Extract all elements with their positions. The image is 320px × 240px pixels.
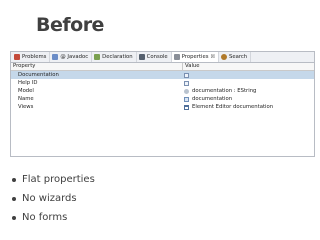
bullet-list: Flat properties No wizards No forms <box>10 170 95 227</box>
tab-console[interactable]: Console <box>137 52 172 62</box>
bullet-item: No forms <box>10 208 95 227</box>
tab-search[interactable]: Search <box>219 52 252 62</box>
properties-view-screenshot: Problems @ Javadoc Declaration Console P… <box>10 51 315 157</box>
name-icon <box>184 96 189 102</box>
bullet-dot <box>12 215 16 220</box>
bullet-text: No forms <box>22 212 68 223</box>
slide-title: Before <box>36 14 104 36</box>
declaration-icon <box>94 54 101 60</box>
property-name: Documentation <box>18 72 59 78</box>
tab-properties[interactable]: Properties ☒ <box>171 52 219 62</box>
tab-label: Search <box>228 54 248 60</box>
text-icon <box>184 80 189 86</box>
table-row[interactable]: Help ID <box>11 79 314 87</box>
console-icon <box>138 54 145 60</box>
text-icon <box>184 72 189 78</box>
property-value: documentation : EString <box>183 87 256 95</box>
tab-label: Problems <box>22 54 47 60</box>
table-row[interactable]: Views Element Editor documentation <box>11 103 314 111</box>
property-value: documentation <box>183 95 232 103</box>
properties-icon <box>173 54 180 60</box>
bullet-text: No wizards <box>22 193 77 204</box>
attribute-icon <box>184 88 189 94</box>
property-name: Model <box>18 88 34 94</box>
property-name: Views <box>18 104 34 110</box>
tab-javadoc[interactable]: @ Javadoc <box>50 52 93 62</box>
close-icon[interactable]: ☒ <box>210 54 214 60</box>
tab-label: Console <box>146 54 168 60</box>
bullet-dot <box>12 196 16 201</box>
column-header-property[interactable]: Property <box>11 63 183 70</box>
property-name: Help ID <box>18 80 38 86</box>
javadoc-icon <box>52 54 59 60</box>
view-icon <box>184 104 189 110</box>
bullet-text: Flat properties <box>22 174 95 185</box>
tab-label: @ Javadoc <box>60 54 89 60</box>
property-name: Name <box>18 96 34 102</box>
table-row[interactable]: Model documentation : EString <box>11 87 314 95</box>
bullet-item: Flat properties <box>10 170 95 189</box>
problems-icon <box>14 54 20 60</box>
column-header-value[interactable]: Value <box>183 63 200 70</box>
table-row[interactable]: Documentation <box>11 71 314 79</box>
bullet-item: No wizards <box>10 189 95 208</box>
search-icon <box>220 54 227 60</box>
property-value: Element Editor documentation <box>183 103 273 111</box>
view-tab-bar: Problems @ Javadoc Declaration Console P… <box>11 52 314 63</box>
tab-problems[interactable]: Problems <box>12 52 51 62</box>
property-value <box>183 79 192 87</box>
properties-table-header: Property Value <box>11 63 314 71</box>
tab-label: Properties <box>181 54 209 60</box>
tab-label: Declaration <box>102 54 133 60</box>
bullet-dot <box>12 177 16 182</box>
tab-declaration[interactable]: Declaration <box>92 52 137 62</box>
property-value <box>183 71 192 79</box>
table-row[interactable]: Name documentation <box>11 95 314 103</box>
